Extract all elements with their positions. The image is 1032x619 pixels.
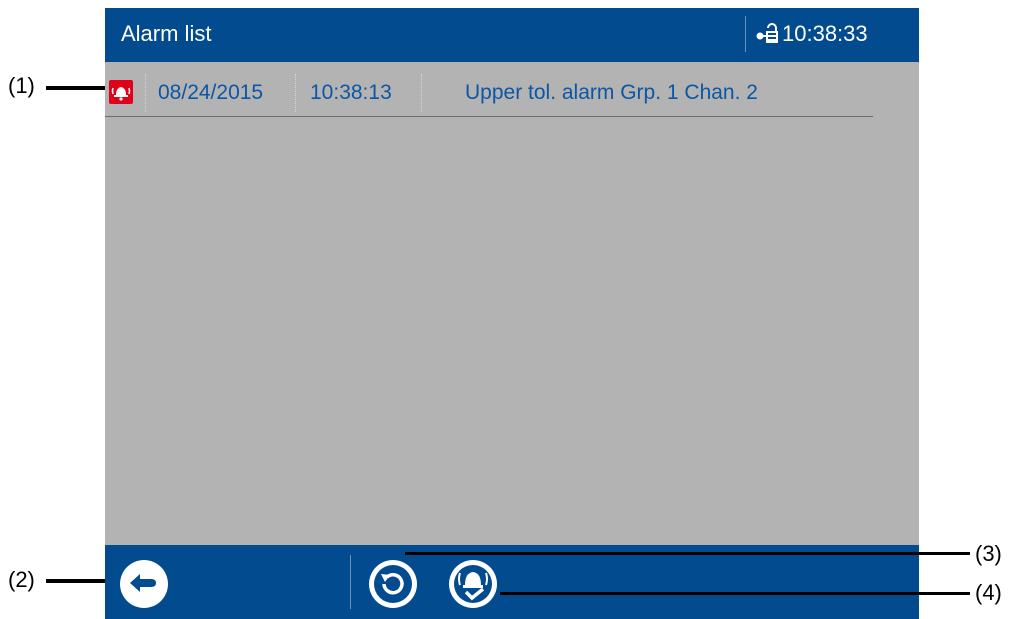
title-bar: Alarm list 10:38:33 — [105, 8, 919, 62]
column-separator — [145, 74, 146, 112]
acknowledge-alarm-button[interactable] — [447, 558, 499, 610]
acknowledge-alarm-icon — [449, 560, 497, 608]
alarm-bell-icon — [109, 80, 133, 104]
column-separator — [421, 74, 422, 112]
callout-1: (1) — [8, 73, 35, 98]
column-separator — [295, 74, 296, 112]
back-button[interactable] — [118, 558, 170, 610]
back-arrow-icon — [120, 560, 168, 608]
alarm-date: 08/24/2015 — [158, 81, 264, 104]
refresh-button[interactable] — [367, 558, 419, 610]
alarm-row[interactable]: 08/24/2015 10:38:13 Upper tol. alarm Grp… — [105, 70, 873, 117]
callout-2: (2) — [8, 567, 35, 592]
user-login-icon[interactable] — [755, 22, 779, 46]
refresh-icon — [369, 560, 417, 608]
clock: 10:38:33 — [782, 21, 868, 46]
callout-4: (4) — [975, 580, 1002, 605]
toolbar-separator — [350, 555, 351, 609]
callout-3: (3) — [975, 541, 1002, 566]
callout-1-leader — [46, 86, 110, 90]
callout-4-leader — [500, 592, 970, 595]
alarm-time: 10:38:13 — [310, 81, 392, 104]
callout-3-leader — [405, 552, 970, 555]
bottom-toolbar — [105, 545, 919, 619]
title-separator — [745, 16, 746, 52]
alarm-text: Upper tol. alarm Grp. 1 Chan. 2 — [465, 81, 758, 104]
page-title: Alarm list — [121, 21, 212, 46]
device-screen: Alarm list 10:38:33 08/24/2015 10:38:13 … — [105, 8, 919, 619]
